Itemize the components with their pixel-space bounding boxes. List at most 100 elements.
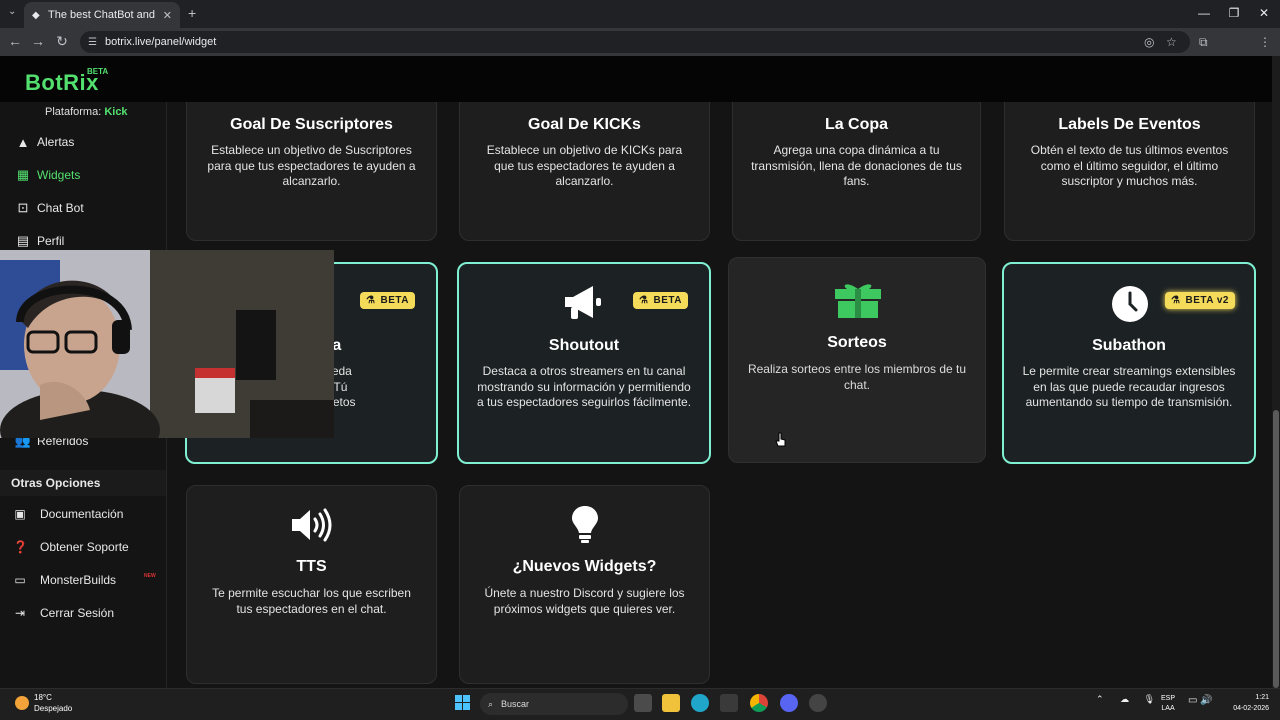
platform-label: Plataforma: [45,106,102,118]
card-title: TTS [296,558,327,575]
sidebar-item-label: Chat Bot [37,201,84,215]
clock-icon [1112,286,1148,322]
windows-start-icon[interactable] [455,695,471,711]
widget-card-labels-eventos[interactable]: Labels De Eventos Obtén el texto de tus … [1004,92,1255,241]
sidebar-item-chat-bot[interactable]: ⊡ Chat Bot [14,199,84,217]
back-icon[interactable]: ← [6,33,24,49]
weather-widget[interactable]: 18°C Despejado [15,692,72,714]
widget-card-tts[interactable]: TTS Te permite escuchar los que escriben… [186,485,437,684]
microphone-icon[interactable]: 🎙 [1144,694,1155,704]
widget-card-goal-suscriptores[interactable]: Goal De Suscriptores Establece un objeti… [186,92,437,241]
sidebar-item-widgets[interactable]: ▦ Widgets [14,166,81,184]
discord-icon[interactable] [780,694,798,712]
new-tab-button[interactable]: + [188,5,196,21]
extensions-icon[interactable]: ⧉ [1199,35,1208,50]
weather-sun-icon [15,696,29,710]
bookmark-star-icon[interactable]: ☆ [1166,35,1177,49]
browser-toolbar: ← → ↻ ☰ botrix.live/panel/widget ◎ ☆ ⧉ ⋮ [0,28,1280,56]
address-bar[interactable]: ☰ botrix.live/panel/widget [80,31,1190,53]
chrome-menu-icon[interactable]: ⋮ [1259,35,1271,49]
card-description: Agrega una copa dinámica a tu transmisió… [751,143,962,188]
taskbar-search-label: Buscar [501,699,530,709]
reload-icon[interactable]: ↻ [53,33,71,50]
store-icon[interactable] [720,694,738,712]
search-icon: ⌕ [488,698,494,709]
card-description: Obtén el texto de tus últimos eventos co… [1030,143,1229,188]
webcam-overlay [0,250,334,438]
logo-beta-badge: BETA [87,67,109,76]
tab-search-icon[interactable]: ⌄ [8,6,16,17]
card-description: Establece un objetivo de KICKs para que … [486,143,683,188]
sidebar-item-label: Obtener Soporte [40,540,129,554]
task-view-icon[interactable] [634,694,652,712]
header-overlay [167,56,1272,102]
browser-tab[interactable]: ◆ The best ChatBot and Widgets ✕ [24,2,180,28]
network-volume-icons[interactable]: ▭ 🔊 [1188,695,1213,706]
site-info-icon[interactable]: ☰ [88,37,97,48]
card-title: Goal De Suscriptores [230,116,393,133]
forward-icon[interactable]: → [29,33,47,49]
sidebar-item-documentacion[interactable]: ▣ Documentación [13,505,123,523]
new-badge: NEW [144,573,156,579]
flask-icon: ⚗ [366,295,376,306]
tray-chevron-icon[interactable]: ⌃ [1096,694,1104,704]
sidebar-item-label: Cerrar Sesión [40,606,115,620]
beta-badge: ⚗ BETA [633,292,688,309]
taskbar-search[interactable]: ⌕ Buscar [480,693,628,715]
warning-icon: ▲ [16,134,30,150]
sidebar-item-perfil[interactable]: ▤ Perfil [14,232,65,250]
widget-card-sorteos[interactable]: Sorteos Realiza sorteos entre los miembr… [728,257,986,463]
widget-card-goal-kicks[interactable]: Goal De KICKs Establece un objetivo de K… [459,92,710,241]
clock-date: 04-02-2026 [1233,705,1269,712]
id-card-icon: ▤ [16,233,30,248]
cloud-icon[interactable]: ☁ [1120,694,1129,704]
sidebar-item-label: Perfil [37,234,65,248]
speaker-icon [292,508,332,542]
tab-close-icon[interactable]: ✕ [163,9,172,22]
widget-card-shoutout[interactable]: ⚗ BETA Shoutout Destaca a otros streamers… [457,262,711,464]
clock[interactable]: 1:21 04-02-2026 [1225,692,1269,714]
sidebar-item-obtener-soporte[interactable]: ❓ Obtener Soporte [13,538,129,556]
eye-off-icon[interactable]: ◎ [1144,35,1154,49]
window-close-icon[interactable]: ✕ [1254,6,1274,20]
grid-icon: ▦ [16,167,30,182]
tab-title: The best ChatBot and Widgets [48,9,157,21]
card-title: Subathon [1092,337,1166,354]
card-description: Establece un objetivo de Suscriptores pa… [207,143,416,188]
card-description: Te permite escuchar los que escriben tus… [212,586,411,616]
sidebar-item-alertas[interactable]: ▲ Alertas [14,133,75,151]
restore-icon[interactable]: ❐ [1224,6,1244,20]
url-text: botrix.live/panel/widget [104,36,217,48]
logout-icon: ⇥ [14,606,26,620]
clock-time: 1:21 [1255,694,1269,701]
book-icon: ▣ [14,507,26,521]
chrome-taskbar-icon[interactable] [750,694,768,712]
beta-v2-badge: ⚗ BETA v2 [1165,292,1235,309]
other-options-heading: Otras Opciones [0,470,166,496]
weather-condition: Despejado [34,704,73,713]
sidebar-item-monsterbuilds[interactable]: ▭ MonsterBuilds [13,571,116,589]
widget-card-la-copa[interactable]: La Copa Agrega una copa dinámica a tu tr… [732,92,981,241]
scrollbar-thumb[interactable] [1273,410,1279,688]
widget-card-subathon[interactable]: ⚗ BETA v2 Subathon Le permite crear strea… [1002,262,1256,464]
card-description: Únete a nuestro Discord y sugiere los pr… [484,586,685,616]
widget-card-nuevos-widgets[interactable]: ¿Nuevos Widgets? Únete a nuestro Discord… [459,485,710,684]
platform-indicator: Plataforma: Kick [45,106,128,118]
input-language[interactable]: ESP LAA [1161,694,1175,714]
card-title: Shoutout [548,337,620,354]
card-title: Sorteos [827,334,887,351]
card-title: ¿Nuevos Widgets? [512,558,657,575]
card-description: Le permite crear streamings extensibles … [1022,364,1236,409]
minimize-icon[interactable]: — [1194,6,1214,20]
card-title: La Copa [824,116,889,133]
megaphone-icon [565,286,601,319]
robot-icon: ⊡ [17,200,29,215]
system-tray[interactable]: ⌃ ☁ 🎙 [1096,694,1155,705]
hand-cursor-icon [775,432,786,447]
file-explorer-icon[interactable] [662,694,680,712]
monitor-icon: ▭ [14,573,26,587]
edge-icon[interactable] [691,694,709,712]
sidebar-item-cerrar-sesion[interactable]: ⇥ Cerrar Sesión [13,604,114,622]
app-icon[interactable] [809,694,827,712]
weather-temp: 18°C [34,693,52,702]
